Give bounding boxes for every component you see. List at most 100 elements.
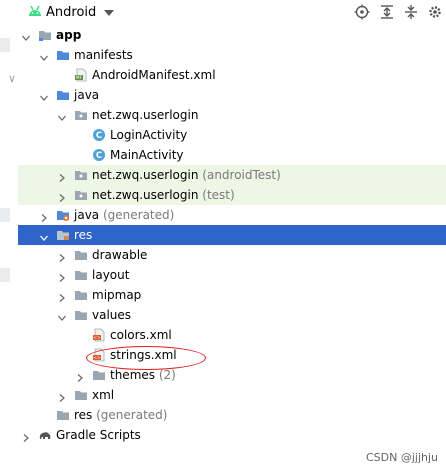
folder-blue-icon: [56, 48, 70, 62]
chevron-right-icon[interactable]: [76, 371, 84, 382]
manifest-file-icon: MF: [74, 68, 88, 82]
gutter-chevron: ∨: [8, 72, 17, 85]
chevron-right-icon[interactable]: [58, 171, 66, 182]
tree-node-net-zwq-userlogin[interactable]: net.zwq.userlogin: [18, 105, 446, 125]
gutter-bar: [0, 38, 10, 52]
gutter-bar: [0, 268, 10, 282]
folder-gray-icon: [74, 288, 88, 302]
chevron-right-icon[interactable]: [58, 251, 66, 262]
project-view-header: Android: [0, 0, 446, 25]
tree-node-label: MainActivity: [110, 148, 184, 162]
chevron-right-icon[interactable]: [22, 431, 30, 442]
folder-gray-icon: [74, 268, 88, 282]
tree-node-mainactivity[interactable]: C MainActivity: [18, 145, 446, 165]
tree-node-label: layout: [92, 268, 130, 282]
svg-text:C: C: [96, 131, 102, 141]
folder-gray-icon: [74, 308, 88, 322]
tree-node-label: LoginActivity: [110, 128, 188, 142]
tree-node-java-generated[interactable]: java (generated): [18, 205, 446, 225]
watermark: CSDN @jjjhju: [365, 451, 438, 464]
chevron-down-icon[interactable]: [40, 231, 48, 241]
tree-node-app[interactable]: app: [18, 25, 446, 45]
gradle-elephant-icon: [38, 428, 52, 442]
tree-node-suffix: (2): [155, 368, 176, 382]
tree-node-suffix: (test): [198, 188, 235, 202]
tree-node-label: values: [92, 308, 132, 322]
tree-node-res[interactable]: res: [18, 225, 446, 245]
tree-node-label: net.zwq.userlogin (test): [92, 188, 235, 202]
tree-node-label: manifests: [74, 48, 133, 62]
tree-node-colors-xml[interactable]: <> colors.xml: [18, 325, 446, 345]
collapse-all-icon[interactable]: [403, 4, 419, 20]
tree-node-strings-xml[interactable]: <> strings.xml: [18, 345, 446, 365]
module-folder-icon: [38, 28, 52, 42]
chevron-right-icon[interactable]: [58, 271, 66, 282]
expand-all-icon[interactable]: [379, 4, 395, 20]
chevron-down-icon[interactable]: [40, 51, 48, 61]
folder-blue-icon: [56, 88, 70, 102]
tree-node-loginactivity[interactable]: C LoginActivity: [18, 125, 446, 145]
tree-node-label: Gradle Scripts: [56, 428, 141, 442]
tree-node-gradle-scripts[interactable]: Gradle Scripts: [18, 425, 446, 445]
tree-node-label: drawable: [92, 248, 148, 262]
chevron-right-icon[interactable]: [58, 391, 66, 402]
tree-node-label: java (generated): [74, 208, 175, 222]
tree-node-xml[interactable]: xml: [18, 385, 446, 405]
tree-node-androidmanifest-xml[interactable]: MF AndroidManifest.xml: [18, 65, 446, 85]
tree-node-java[interactable]: java: [18, 85, 446, 105]
gutter-bar: [0, 208, 10, 222]
class-icon: C: [92, 148, 106, 162]
package-icon: [74, 108, 88, 122]
tree-node-res-generated[interactable]: res (generated): [18, 405, 446, 425]
tree-node-label: net.zwq.userlogin (androidTest): [92, 168, 281, 182]
annotation-circle: [86, 346, 206, 370]
folder-gray-icon: [56, 408, 70, 422]
tree-node-label: java: [74, 88, 100, 102]
tree-node-label: res (generated): [74, 408, 168, 422]
chevron-right-icon[interactable]: [58, 291, 66, 302]
tree-node-label: xml: [92, 388, 115, 402]
package-icon: [74, 168, 88, 182]
tree-node-mipmap[interactable]: mipmap: [18, 285, 446, 305]
chevron-down-icon[interactable]: [58, 111, 66, 121]
chevron-down-icon[interactable]: [40, 91, 48, 101]
package-icon: [74, 188, 88, 202]
tree-node-manifests[interactable]: manifests: [18, 45, 446, 65]
tree-node-label: mipmap: [92, 288, 142, 302]
tree-node-label: net.zwq.userlogin: [92, 108, 199, 122]
tree-node-label: res: [74, 228, 93, 242]
res-folder-icon: [56, 228, 70, 242]
folder-gray-icon: [74, 388, 88, 402]
tree-node-net-zwq-userlogin-androidtest[interactable]: net.zwq.userlogin (androidTest): [18, 165, 446, 185]
svg-text:MF: MF: [76, 75, 83, 81]
tree-node-suffix: (generated): [92, 408, 168, 422]
chevron-right-icon[interactable]: [58, 191, 66, 202]
chevron-down-icon[interactable]: [22, 31, 30, 41]
tree-node-label: app: [56, 28, 82, 42]
generated-folder-icon: [56, 208, 70, 222]
tree-node-suffix: (generated): [99, 208, 175, 222]
android-icon: [29, 5, 41, 16]
class-icon: C: [92, 128, 106, 142]
chevron-down-icon[interactable]: [104, 10, 114, 16]
folder-gray-icon: [74, 248, 88, 262]
svg-text:<>: <>: [93, 335, 101, 341]
tree-node-values[interactable]: values: [18, 305, 446, 325]
target-icon[interactable]: [354, 4, 370, 20]
tree-node-label: themes (2): [110, 368, 176, 382]
svg-text:C: C: [96, 151, 102, 161]
gear-icon[interactable]: [427, 4, 443, 20]
chevron-right-icon[interactable]: [40, 211, 48, 222]
folder-gray-icon: [92, 368, 106, 382]
xml-file-icon: <>: [92, 328, 106, 342]
tree-node-net-zwq-userlogin-test[interactable]: net.zwq.userlogin (test): [18, 185, 446, 205]
project-view-selector[interactable]: Android: [46, 5, 96, 20]
tree-node-label: AndroidManifest.xml: [92, 68, 216, 82]
chevron-down-icon[interactable]: [58, 311, 66, 321]
tree-node-label: colors.xml: [110, 328, 172, 342]
tree-node-layout[interactable]: layout: [18, 265, 446, 285]
tree-node-drawable[interactable]: drawable: [18, 245, 446, 265]
left-gutter: 仁 ∨: [0, 0, 18, 472]
tree-node-suffix: (androidTest): [198, 168, 281, 182]
tree-node-themes-2[interactable]: themes (2): [18, 365, 446, 385]
